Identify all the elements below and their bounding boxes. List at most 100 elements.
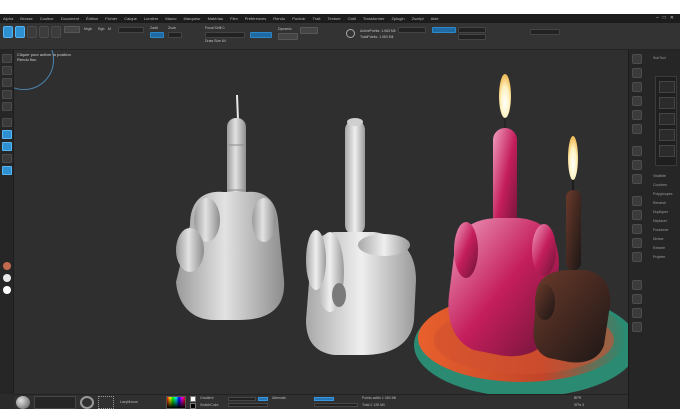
dynamic-button[interactable]: [278, 33, 298, 40]
main-color-swatch[interactable]: [190, 396, 196, 402]
menu-item-14[interactable]: Pochoir: [292, 14, 306, 23]
brush-palette[interactable]: [34, 396, 76, 409]
menu-item-3[interactable]: Document: [61, 14, 79, 23]
solo-icon[interactable]: [632, 308, 642, 318]
intensity-field[interactable]: [228, 403, 268, 407]
menu-item-0[interactable]: Alpha: [3, 14, 13, 23]
rotate-icon[interactable]: [632, 252, 642, 262]
subtool-slot[interactable]: [659, 145, 675, 157]
spix-icon[interactable]: [632, 68, 642, 78]
persp-icon[interactable]: [632, 146, 642, 156]
menu-item-9[interactable]: Marqueur: [183, 14, 200, 23]
polyf-icon[interactable]: [632, 280, 642, 290]
alpha-icon[interactable]: [2, 78, 12, 87]
frame-view-icon[interactable]: [632, 210, 642, 220]
move-view-icon[interactable]: [2, 142, 12, 151]
mrgb-label[interactable]: Mrgb: [84, 27, 92, 31]
close-icon[interactable]: ✕: [670, 14, 674, 23]
subtool-slot[interactable]: [659, 81, 675, 93]
frame-icon[interactable]: [2, 130, 12, 139]
focal-shift-slider[interactable]: [205, 32, 245, 38]
xyz-icon[interactable]: [632, 196, 642, 206]
scale-button[interactable]: [39, 26, 49, 38]
texture-icon[interactable]: [2, 90, 12, 99]
subtool-action-8[interactable]: Extraire: [653, 246, 665, 250]
bpr-icon[interactable]: [632, 54, 642, 64]
stroke-icon-bottom[interactable]: [80, 396, 94, 409]
zsub-button[interactable]: [168, 32, 182, 38]
floor-icon[interactable]: [632, 160, 642, 170]
menu-item-15[interactable]: Trait: [313, 14, 321, 23]
menu-item-6[interactable]: Calque: [124, 14, 137, 23]
secondary-color-swatch[interactable]: [190, 403, 196, 409]
menu-item-5[interactable]: Fichier: [105, 14, 117, 23]
edit-button[interactable]: [3, 26, 13, 38]
actual-icon[interactable]: [632, 110, 642, 120]
rotate-button[interactable]: [51, 26, 61, 38]
frame-field[interactable]: [398, 27, 426, 33]
rgb-label[interactable]: Rgb: [98, 27, 104, 31]
pivot-field[interactable]: [458, 34, 486, 40]
subtool-action-3[interactable]: Remesh: [653, 201, 666, 205]
rotate-view-icon[interactable]: [2, 166, 12, 175]
menu-item-8[interactable]: Macro: [165, 14, 176, 23]
menu-item-7[interactable]: Lumière: [144, 14, 158, 23]
subtool-action-5[interactable]: Déplacer: [653, 219, 667, 223]
draw-size-slider[interactable]: [250, 32, 272, 38]
menu-item-1[interactable]: Brosse: [20, 14, 32, 23]
menu-item-19[interactable]: Zplugin: [392, 14, 405, 23]
menu-item-12[interactable]: Préférences: [245, 14, 267, 23]
menu-item-10[interactable]: Matériau: [208, 14, 224, 23]
zadd-field[interactable]: [314, 397, 334, 401]
dynamic-label[interactable]: Dynamic: [278, 27, 292, 31]
gradient-label[interactable]: Gradient: [200, 396, 213, 400]
mrgb-field[interactable]: [258, 397, 268, 401]
zadd-button[interactable]: [150, 32, 164, 38]
spix-label[interactable]: SPix 3: [574, 403, 584, 407]
menu-item-13[interactable]: Rendu: [273, 14, 285, 23]
zadd-label[interactable]: Zadd: [150, 26, 158, 30]
smooth-field[interactable]: [458, 27, 486, 33]
brush-icon[interactable]: [2, 54, 12, 63]
spotlight-icon[interactable]: [346, 29, 355, 38]
zoom3d-icon[interactable]: [632, 238, 642, 248]
minimize-icon[interactable]: –: [656, 14, 659, 23]
menu-item-16[interactable]: Texture: [328, 14, 341, 23]
subdiv-field[interactable]: [432, 27, 456, 33]
subtool-slot[interactable]: [659, 129, 675, 141]
perspective-button[interactable]: [300, 27, 318, 34]
stroke-icon[interactable]: [2, 66, 12, 75]
aahalf-icon[interactable]: [632, 124, 642, 134]
color-swatch-1[interactable]: [3, 262, 11, 270]
subtool-action-9[interactable]: Projeter: [653, 255, 665, 259]
maximize-icon[interactable]: □: [663, 14, 666, 23]
color-picker[interactable]: [166, 396, 186, 409]
menu-item-11[interactable]: Film: [230, 14, 238, 23]
m-label[interactable]: M: [108, 27, 111, 31]
zoom-view-icon[interactable]: [2, 154, 12, 163]
viewport-canvas[interactable]: Cliquer pour activer la position Rendu f…: [14, 50, 628, 394]
subtool-action-1[interactable]: Couches: [653, 183, 667, 187]
subtool-action-6[interactable]: Fusionner: [653, 228, 669, 232]
alpha-dots-icon[interactable]: [98, 396, 114, 409]
material-icon[interactable]: [2, 102, 12, 111]
gyro-icon[interactable]: [2, 118, 12, 127]
alternate-label[interactable]: Alternate: [272, 396, 286, 400]
local-icon[interactable]: [632, 174, 642, 184]
lazy-mouse-label[interactable]: LazyMouse: [120, 400, 138, 404]
move-icon[interactable]: [632, 224, 642, 234]
rgb-field[interactable]: [228, 397, 256, 401]
menu-item-2[interactable]: Couleur: [40, 14, 54, 23]
draw-field[interactable]: [314, 403, 358, 407]
subtool-slot[interactable]: [659, 97, 675, 109]
subtool-action-2[interactable]: Polygroupes: [653, 192, 672, 196]
menu-item-4[interactable]: Édition: [86, 14, 98, 23]
menu-item-20[interactable]: Zscript: [412, 14, 424, 23]
zsub-label[interactable]: Zsub: [168, 26, 176, 30]
subtool-action-4[interactable]: Dupliquer: [653, 210, 668, 214]
switch-color-label[interactable]: SwitchColor: [200, 403, 219, 407]
rgb-intensity-slider[interactable]: [118, 27, 144, 33]
menu-item-18[interactable]: Transformer: [363, 14, 385, 23]
subtool-slot[interactable]: [659, 113, 675, 125]
menu-item-17[interactable]: Outil: [348, 14, 356, 23]
